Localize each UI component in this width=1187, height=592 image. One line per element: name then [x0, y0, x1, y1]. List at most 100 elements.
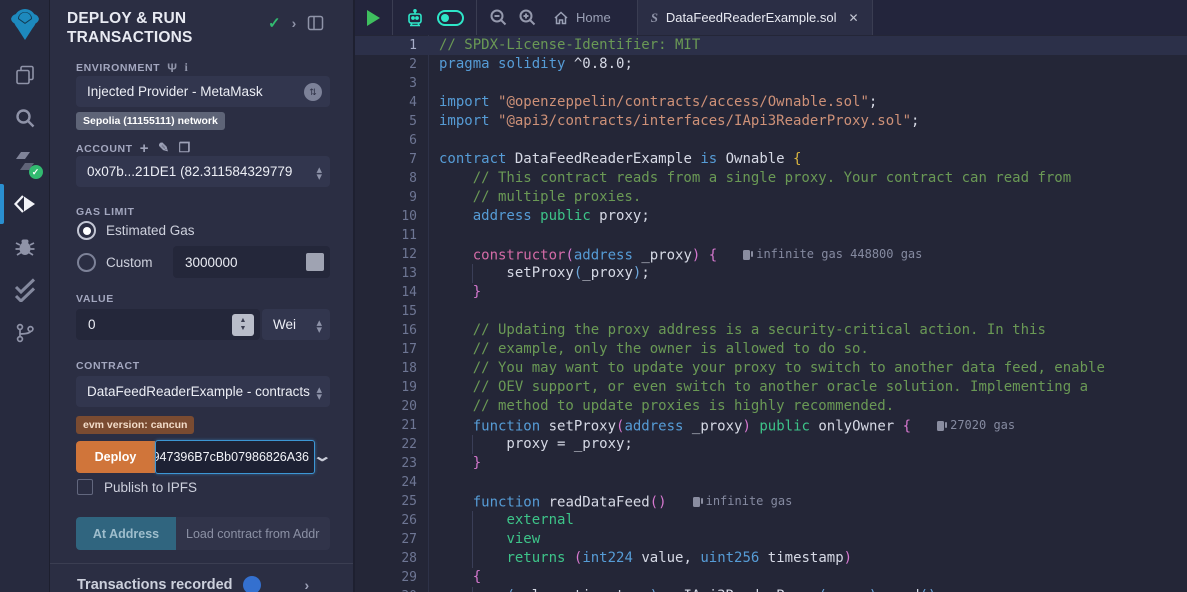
estimated-gas-radio[interactable] [77, 221, 96, 240]
line-number[interactable]: 30 [355, 587, 417, 592]
line-number[interactable]: 14 [355, 283, 417, 302]
code-line-24[interactable]: 24 [355, 473, 1187, 492]
code-line-4[interactable]: 4import "@openzeppelin/contracts/access/… [355, 93, 1187, 112]
at-address-input[interactable] [176, 517, 330, 550]
code-line-8[interactable]: 8 // This contract reads from a single p… [355, 169, 1187, 188]
custom-gas-input[interactable]: 3000000 [173, 246, 330, 278]
code-line-27[interactable]: 27 view [355, 530, 1187, 549]
code-line-9[interactable]: 9 // multiple proxies. [355, 188, 1187, 207]
edit-account-icon[interactable]: ✎ [158, 140, 170, 157]
code-line-7[interactable]: 7contract DataFeedReaderExample is Ownab… [355, 150, 1187, 169]
zoom-in-icon[interactable] [518, 8, 537, 27]
ai-robot-icon[interactable] [405, 8, 425, 28]
debugger-icon[interactable] [11, 233, 39, 261]
line-number[interactable]: 10 [355, 207, 417, 226]
contract-select[interactable]: DataFeedReaderExample - contracts ▴▾ [76, 376, 330, 407]
line-number[interactable]: 3 [355, 74, 417, 93]
code-line-26[interactable]: 26 external [355, 511, 1187, 530]
code-line-21[interactable]: 21 function setProxy(address _proxy) pub… [355, 416, 1187, 435]
value-stepper[interactable]: ▲▼ [232, 314, 254, 336]
deploy-args-input[interactable]: 0947396B7cBb07986826A36 [155, 440, 315, 474]
line-number[interactable]: 6 [355, 131, 417, 150]
environment-select[interactable]: Injected Provider - MetaMask ⇅ [76, 76, 330, 107]
estimated-gas-option[interactable]: Estimated Gas [77, 221, 195, 240]
line-number[interactable]: 18 [355, 359, 417, 378]
code-editor[interactable]: 1// SPDX-License-Identifier: MIT2pragma … [355, 35, 1187, 592]
panel-check-icon[interactable]: ✓ [268, 14, 281, 32]
line-number[interactable]: 8 [355, 169, 417, 188]
line-number[interactable]: 15 [355, 302, 417, 321]
line-number[interactable]: 20 [355, 397, 417, 416]
line-number[interactable]: 29 [355, 568, 417, 587]
publish-ipfs-checkbox[interactable] [77, 479, 93, 495]
line-number[interactable]: 19 [355, 378, 417, 397]
code-line-3[interactable]: 3 [355, 74, 1187, 93]
unit-testing-icon[interactable] [11, 276, 39, 304]
code-line-29[interactable]: 29 { [355, 568, 1187, 587]
line-number[interactable]: 9 [355, 188, 417, 207]
line-number[interactable]: 24 [355, 473, 417, 492]
line-number[interactable]: 12 [355, 245, 417, 264]
code-line-2[interactable]: 2pragma solidity ^0.8.0; [355, 55, 1187, 74]
line-number[interactable]: 22 [355, 435, 417, 454]
line-number[interactable]: 4 [355, 93, 417, 112]
line-number[interactable]: 1 [355, 36, 417, 55]
at-address-button[interactable]: At Address [76, 517, 176, 550]
code-line-25[interactable]: 25 function readDataFeed()infinite gas [355, 492, 1187, 511]
value-input[interactable]: 0 ▲▼ [76, 309, 260, 340]
value-unit-select[interactable]: Wei ▴▾ [262, 309, 330, 340]
code-line-12[interactable]: 12 constructor(address _proxy) {infinite… [355, 245, 1187, 264]
deploy-button[interactable]: Deploy [76, 441, 155, 473]
add-account-icon[interactable]: + [140, 140, 149, 157]
line-number[interactable]: 7 [355, 150, 417, 169]
code-line-23[interactable]: 23 } [355, 454, 1187, 473]
line-number[interactable]: 25 [355, 492, 417, 511]
code-line-13[interactable]: 13 setProxy(_proxy); [355, 264, 1187, 283]
info-icon[interactable]: i [185, 60, 189, 75]
line-number[interactable]: 13 [355, 264, 417, 283]
custom-gas-option[interactable]: Custom [77, 253, 153, 272]
copy-account-icon[interactable]: ❐ [179, 140, 191, 157]
line-number[interactable]: 17 [355, 340, 417, 359]
code-line-22[interactable]: 22 proxy = _proxy; [355, 435, 1187, 454]
deploy-expand-chevron-icon[interactable]: ⌄ [312, 447, 332, 465]
code-line-30[interactable]: 30 (value, timestamp) = IApi3ReaderProxy… [355, 587, 1187, 592]
zoom-out-icon[interactable] [489, 8, 508, 27]
split-view-icon[interactable] [307, 15, 324, 31]
code-line-18[interactable]: 18 // You may want to update your proxy … [355, 359, 1187, 378]
code-line-5[interactable]: 5import "@api3/contracts/interfaces/IApi… [355, 112, 1187, 131]
transactions-recorded-row[interactable]: Transactions recorded › [77, 576, 309, 592]
line-number[interactable]: 27 [355, 530, 417, 549]
code-line-14[interactable]: 14 } [355, 283, 1187, 302]
line-number[interactable]: 28 [355, 549, 417, 568]
line-number[interactable]: 23 [355, 454, 417, 473]
code-line-28[interactable]: 28 returns (int224 value, uint256 timest… [355, 549, 1187, 568]
file-explorer-icon[interactable] [11, 61, 39, 89]
line-number[interactable]: 5 [355, 112, 417, 131]
code-line-15[interactable]: 15 [355, 302, 1187, 321]
line-number[interactable]: 16 [355, 321, 417, 340]
code-line-16[interactable]: 16 // Updating the proxy address is a se… [355, 321, 1187, 340]
code-line-19[interactable]: 19 // OEV support, or even switch to ano… [355, 378, 1187, 397]
tab-home[interactable]: Home [547, 10, 625, 26]
plug-icon[interactable]: Ψ [167, 61, 177, 75]
ai-toggle-switch[interactable] [437, 10, 464, 26]
line-number[interactable]: 26 [355, 511, 417, 530]
solidity-compiler-icon[interactable]: ✓ [11, 147, 39, 175]
code-line-10[interactable]: 10 address public proxy; [355, 207, 1187, 226]
code-line-6[interactable]: 6 [355, 131, 1187, 150]
close-tab-icon[interactable]: ✕ [848, 11, 858, 25]
account-select[interactable]: 0x07b...21DE1 (82.311584329779 ▴▾ [76, 156, 330, 187]
remix-logo-icon[interactable] [6, 6, 44, 44]
panel-chevron-right-icon[interactable]: › [292, 15, 297, 31]
custom-gas-radio[interactable] [77, 253, 96, 272]
code-line-17[interactable]: 17 // example, only the owner is allowed… [355, 340, 1187, 359]
line-number[interactable]: 11 [355, 226, 417, 245]
git-branch-icon[interactable] [11, 319, 39, 347]
run-script-icon[interactable] [367, 10, 380, 26]
code-line-20[interactable]: 20 // method to update proxies is highly… [355, 397, 1187, 416]
code-line-11[interactable]: 11 [355, 226, 1187, 245]
deploy-run-icon[interactable] [11, 190, 39, 218]
line-number[interactable]: 21 [355, 416, 417, 435]
publish-ipfs-option[interactable]: Publish to IPFS [77, 479, 197, 495]
